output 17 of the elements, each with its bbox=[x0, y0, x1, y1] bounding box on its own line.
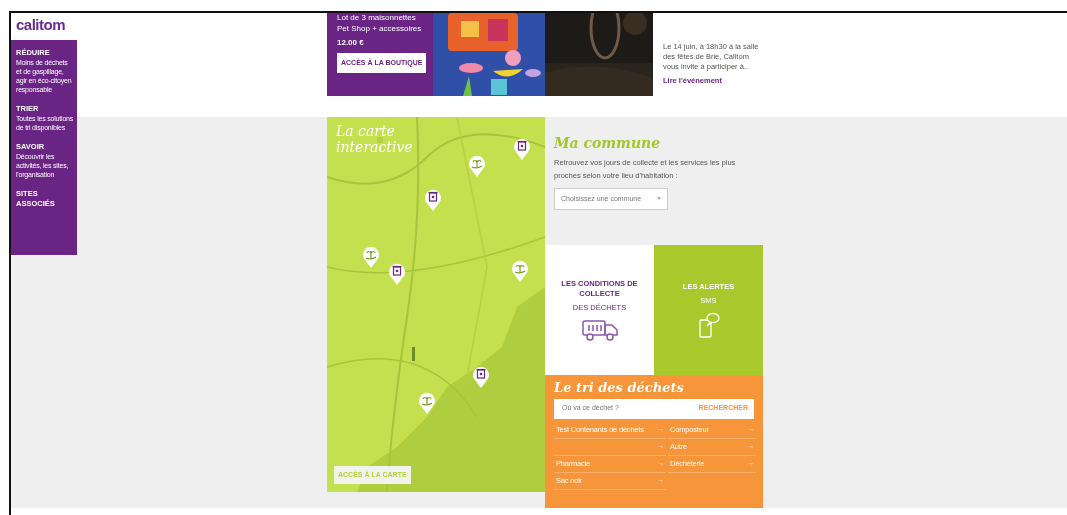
truck-icon bbox=[580, 318, 619, 341]
map-title: La carte interactive bbox=[336, 123, 414, 155]
dropdown-icon bbox=[657, 196, 661, 200]
section-title: Ma commune bbox=[554, 135, 662, 152]
bin-pin-icon[interactable] bbox=[424, 188, 442, 212]
section-title: Le tri des déchets bbox=[554, 380, 685, 396]
bin-pin-icon[interactable] bbox=[388, 262, 406, 286]
phone-message-icon bbox=[697, 311, 720, 338]
plant-pin-icon[interactable] bbox=[468, 154, 486, 178]
product-name: Lot de 3 maisonnettes Pet Shop + accessoires bbox=[337, 13, 423, 34]
plant-pin-icon[interactable] bbox=[418, 391, 436, 415]
logo[interactable]: calitom bbox=[16, 17, 72, 32]
bin-pin-icon[interactable] bbox=[472, 365, 490, 389]
plant-pin-icon[interactable] bbox=[362, 245, 380, 269]
product-price: 12.00 € bbox=[337, 36, 365, 49]
bin-pin-icon[interactable] bbox=[513, 137, 531, 161]
plant-pin-icon[interactable] bbox=[511, 259, 529, 283]
